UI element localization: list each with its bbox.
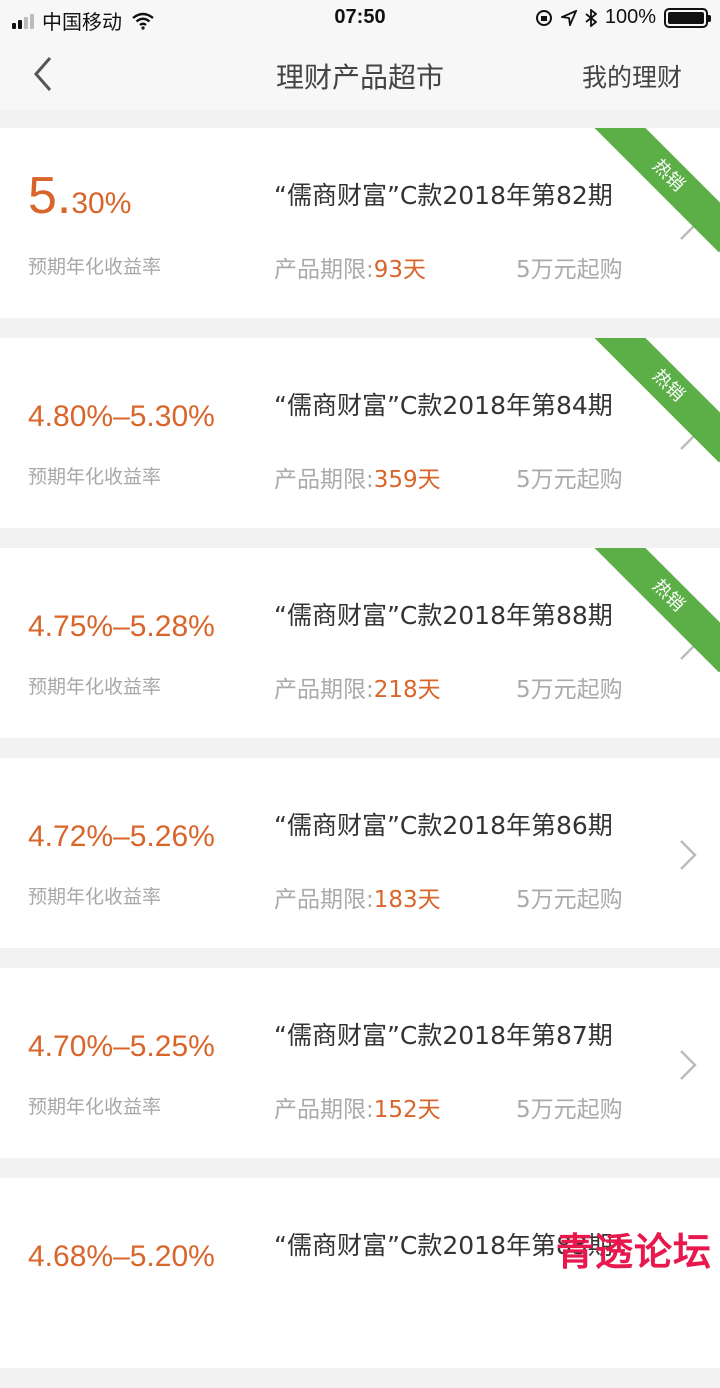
product-name: “儒商财富”C款2018年第86期	[274, 811, 613, 840]
rate-label: 预期年化收益率	[28, 886, 162, 908]
chevron-right-icon	[680, 1050, 697, 1080]
rate-label: 预期年化收益率	[28, 1096, 162, 1118]
battery-level	[668, 11, 704, 24]
term: 产品期限:218天	[274, 677, 441, 703]
product-card[interactable]: 4.80%–5.30% 预期年化收益率 “儒商财富”C款2018年第84期 产品…	[0, 338, 720, 528]
product-name: “儒商财富”C款2018年第84期	[274, 391, 613, 420]
rate-label: 预期年化收益率	[28, 466, 162, 488]
rate-label: 预期年化收益率	[28, 256, 162, 278]
product-card[interactable]: 4.70%–5.25% 预期年化收益率 “儒商财富”C款2018年第87期 产品…	[0, 968, 720, 1158]
product-list: 5.30% 预期年化收益率 “儒商财富”C款2018年第82期 产品期限:93天…	[0, 128, 720, 1388]
product-name: “儒商财富”C款2018年第88期	[274, 601, 613, 630]
product-name: “儒商财富”C款2018年第82期	[274, 181, 613, 210]
chevron-right-icon	[680, 840, 697, 870]
rate-value: 4.80%–5.30%	[28, 400, 215, 433]
rate-value: 5.30%	[28, 167, 132, 225]
product-card[interactable]: 4.72%–5.26% 预期年化收益率 “儒商财富”C款2018年第86期 产品…	[0, 758, 720, 948]
rate-value: 4.68%–5.20%	[28, 1240, 215, 1273]
rate-label: 预期年化收益率	[28, 676, 162, 698]
rate-value: 4.70%–5.25%	[28, 1030, 215, 1063]
term: 产品期限:93天	[274, 257, 427, 283]
battery-percent: 100%	[604, 6, 656, 28]
min-purchase: 5万元起购	[516, 257, 623, 283]
rate-value: 4.75%–5.28%	[28, 610, 215, 643]
my-finance-link[interactable]: 我的理财	[582, 58, 682, 94]
orientation-lock-icon	[535, 9, 552, 26]
product-card[interactable]: 4.75%–5.28% 预期年化收益率 “儒商财富”C款2018年第88期 产品…	[0, 548, 720, 738]
term: 产品期限:359天	[274, 467, 441, 493]
location-icon	[560, 9, 577, 26]
term: 产品期限:152天	[274, 1097, 441, 1123]
status-bar: 中国移动 07:50 100%	[0, 0, 720, 38]
min-purchase: 5万元起购	[516, 467, 623, 493]
bluetooth-icon	[585, 8, 597, 27]
min-purchase: 5万元起购	[516, 1097, 623, 1123]
rate-value: 4.72%–5.26%	[28, 820, 215, 853]
status-right: 100%	[535, 6, 711, 29]
product-card[interactable]: 5.30% 预期年化收益率 “儒商财富”C款2018年第82期 产品期限:93天…	[0, 128, 720, 318]
term: 产品期限:183天	[274, 887, 441, 913]
min-purchase: 5万元起购	[516, 677, 623, 703]
battery-icon	[664, 7, 711, 28]
product-name: “儒商财富”C款2018年第87期	[274, 1021, 613, 1050]
forum-watermark: 青透论坛	[555, 1230, 712, 1274]
nav-bar: 理财产品超市 我的理财	[0, 38, 720, 110]
min-purchase: 5万元起购	[516, 887, 623, 913]
